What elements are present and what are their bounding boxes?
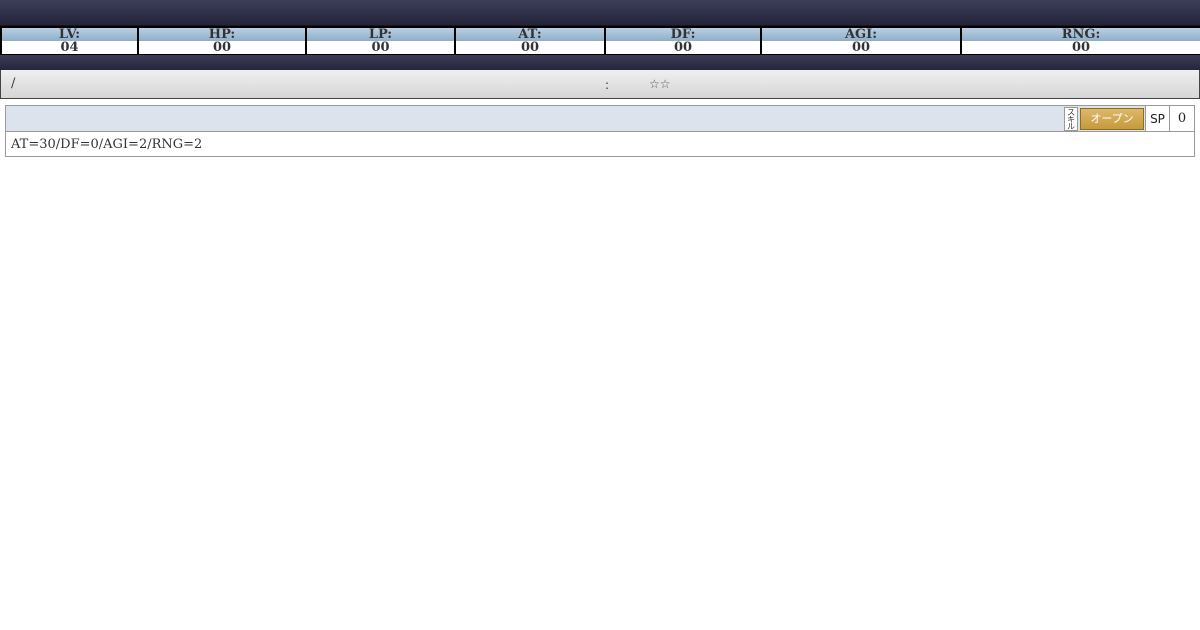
info-colon: :: [605, 78, 610, 92]
stat-label-df: DF:: [604, 26, 762, 41]
info-slash: /: [11, 76, 16, 91]
skill-header: スキル オープン SP 0: [6, 106, 1194, 132]
stats-header-row: LV: HP: LP: AT: DF: AGI: RNG:: [0, 26, 1200, 41]
stat-value-hp: 00: [137, 41, 307, 56]
stat-label-lp: LP:: [305, 26, 456, 41]
stat-value-lv: 04: [0, 41, 139, 56]
top-header-bar: [0, 0, 1200, 26]
stats-table: LV: HP: LP: AT: DF: AGI: RNG: 04 00 00 0…: [0, 26, 1200, 56]
stat-label-rng: RNG:: [960, 26, 1200, 41]
stats-value-row: 04 00 00 00 00 00 00: [0, 41, 1200, 56]
stat-value-agi: 00: [760, 41, 962, 56]
divider-bar: [0, 55, 1200, 70]
stat-value-at: 00: [454, 41, 606, 56]
stat-label-hp: HP:: [137, 26, 307, 41]
stat-label-agi: AGI:: [760, 26, 962, 41]
skill-description: AT=30/DF=0/AGI=2/RNG=2: [11, 137, 203, 152]
sp-value: 0: [1169, 106, 1194, 131]
stat-label-lv: LV:: [0, 26, 139, 41]
skill-panel: スキル オープン SP 0 AT=30/DF=0/AGI=2/RNG=2: [5, 105, 1195, 157]
open-button[interactable]: オープン: [1080, 108, 1144, 130]
stat-label-at: AT:: [454, 26, 606, 41]
rarity-stars: ☆☆: [649, 77, 671, 91]
skill-tag: スキル: [1064, 107, 1078, 131]
info-bar: / : ☆☆: [0, 70, 1200, 99]
stat-value-df: 00: [604, 41, 762, 56]
stat-value-rng: 00: [960, 41, 1200, 56]
sp-label: SP: [1145, 106, 1169, 131]
stat-value-lp: 00: [305, 41, 456, 56]
